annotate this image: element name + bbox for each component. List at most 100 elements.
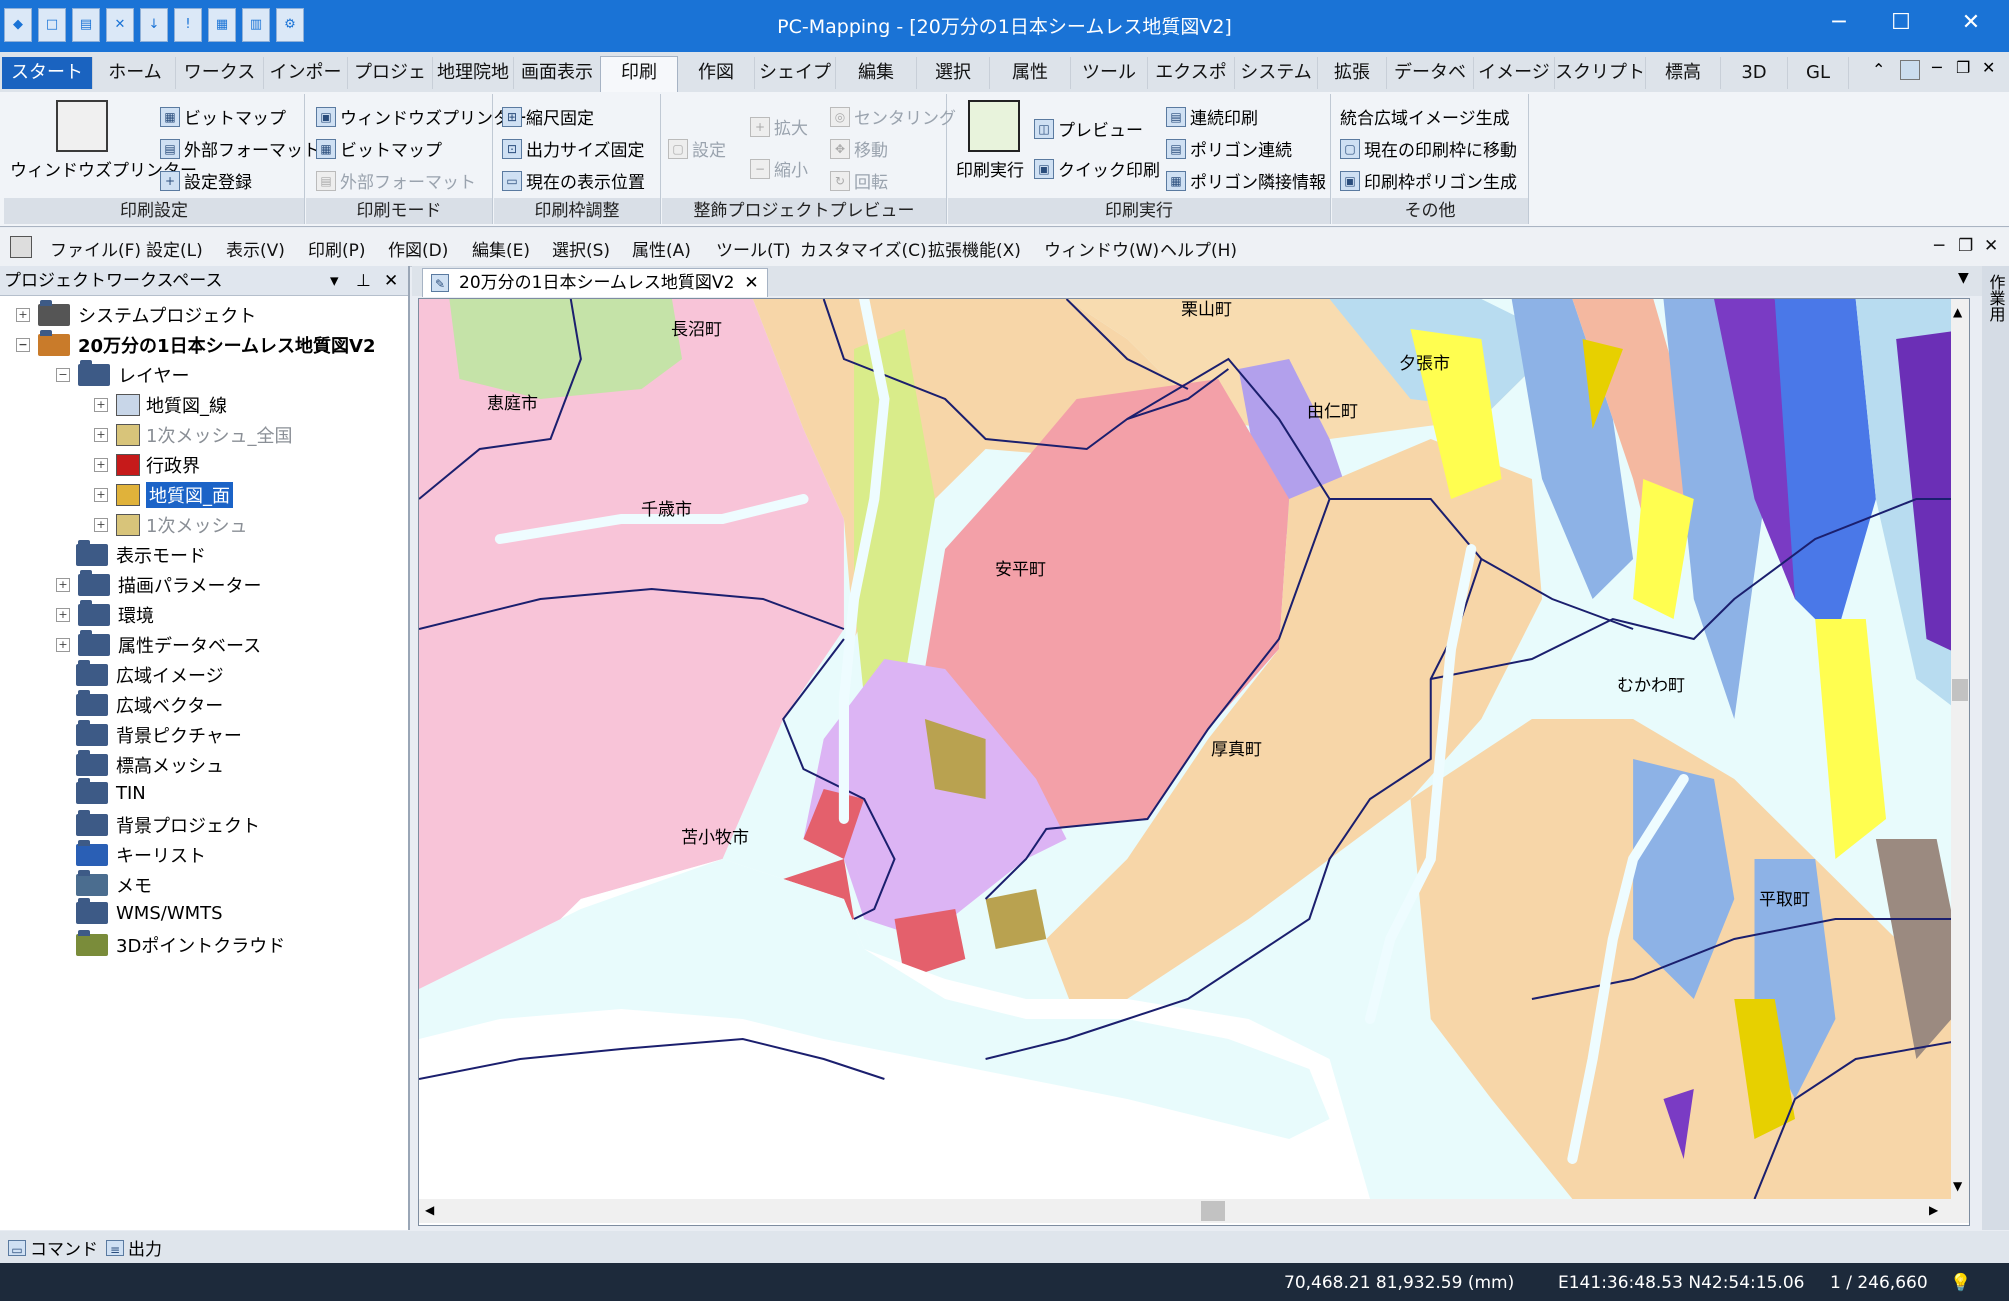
layer-item-selected[interactable]: + 地質図_面: [94, 482, 233, 508]
doc-close-icon[interactable]: ✕: [1984, 236, 1998, 256]
doc-restore-icon[interactable]: ❐: [1958, 236, 1973, 256]
polygon-adjacency-button[interactable]: ▦ ポリゴン隣接情報: [1166, 168, 1326, 193]
tab-export[interactable]: エクスポート: [1148, 57, 1235, 89]
print-execute-button[interactable]: 印刷実行: [956, 156, 1024, 181]
quick-print-button[interactable]: ▣ クイック印刷: [1034, 156, 1160, 181]
fixed-scale-button[interactable]: ⊞ 縮尺固定: [502, 104, 594, 129]
expand-icon[interactable]: +: [94, 488, 108, 502]
current-position-button[interactable]: ▭ 現在の表示位置: [502, 168, 645, 193]
tree-node-project[interactable]: − 20万分の1日本シームレス地質図V2: [16, 330, 376, 358]
collapse-ribbon-icon[interactable]: ⌃: [1872, 60, 1885, 79]
preview-settings-button[interactable]: ▢ 設定: [668, 136, 726, 161]
expand-icon[interactable]: +: [94, 518, 108, 532]
layer-item[interactable]: + 行政界: [94, 452, 200, 478]
expand-icon[interactable]: +: [94, 458, 108, 472]
mdi-close-icon[interactable]: ✕: [1982, 58, 1995, 77]
map-view[interactable]: 長沼町 栗山町 夕張市 恵庭市 由仁町 千歳市 安平町 むかわ町 厚真町 苫小牧…: [418, 298, 1970, 1226]
tab-attribute[interactable]: 属性: [990, 57, 1071, 89]
polygon-continuous-button[interactable]: ▤ ポリゴン連続: [1166, 136, 1292, 161]
tab-close-icon[interactable]: ✕: [744, 269, 758, 297]
tab-start[interactable]: スタート: [2, 57, 93, 89]
tree-folder[interactable]: キーリスト: [76, 840, 206, 868]
tab-project[interactable]: プロジェクト: [348, 57, 433, 115]
tree-folder[interactable]: 表示モード: [76, 540, 206, 568]
close-button[interactable]: ✕: [1940, 0, 2002, 46]
help-icon[interactable]: [1900, 60, 1920, 80]
tree-folder[interactable]: + 描画パラメーター: [56, 570, 261, 598]
tree-folder[interactable]: + 属性データベース: [56, 630, 261, 658]
menu-draw[interactable]: 作図(D): [388, 236, 448, 261]
panel-pin-icon[interactable]: ⊥: [356, 266, 371, 296]
zoom-in-button[interactable]: + 拡大: [750, 114, 808, 139]
tab-import[interactable]: インポート: [264, 57, 348, 115]
tree-folder[interactable]: 背景プロジェクト: [76, 810, 260, 838]
layer-item[interactable]: + 1次メッシュ_全国: [94, 422, 292, 448]
menu-file[interactable]: ファイル(F): [50, 236, 141, 261]
scroll-down-icon[interactable]: ▼: [1953, 1179, 1962, 1193]
mode-external-format[interactable]: ▤ 外部フォーマット: [316, 168, 476, 193]
menu-print[interactable]: 印刷(P): [308, 236, 366, 261]
tab-workspace[interactable]: ワークスペー: [176, 57, 264, 115]
centering-button[interactable]: ◎ センタリング: [830, 104, 956, 129]
scroll-left-icon[interactable]: ◀: [425, 1203, 434, 1217]
frame-polygon-button[interactable]: ▣ 印刷枠ポリゴン生成: [1340, 168, 1517, 193]
tab-display[interactable]: 画面表示: [514, 57, 601, 89]
lightbulb-icon[interactable]: 💡: [1950, 1273, 1971, 1293]
horizontal-scroll-thumb[interactable]: [1201, 1201, 1225, 1221]
scroll-up-icon[interactable]: ▲: [1953, 305, 1962, 319]
panel-close-icon[interactable]: ✕: [384, 266, 398, 296]
menu-edit[interactable]: 編集(E): [472, 236, 530, 261]
maximize-button[interactable]: ☐: [1870, 0, 1932, 46]
menu-tools[interactable]: ツール(T): [716, 236, 791, 261]
tab-gsi-map[interactable]: 地理院地図: [433, 57, 514, 89]
tab-select[interactable]: 選択: [917, 57, 990, 89]
menu-customize[interactable]: カスタマイズ(C): [800, 236, 927, 261]
tab-extension[interactable]: 拡張: [1318, 57, 1387, 89]
tab-home[interactable]: ホーム: [95, 57, 176, 89]
tab-print[interactable]: 印刷: [600, 56, 678, 93]
tree-folder[interactable]: WMS/WMTS: [76, 898, 223, 924]
panel-dropdown-icon[interactable]: ▾: [330, 266, 339, 296]
scroll-right-icon[interactable]: ▶: [1929, 1203, 1938, 1217]
tab-command[interactable]: ▭ コマンド: [8, 1235, 98, 1260]
tree-folder[interactable]: + 環境: [56, 600, 154, 628]
tab-tools[interactable]: ツール: [1071, 57, 1148, 89]
tree-folder[interactable]: 広域イメージ: [76, 660, 224, 688]
expand-icon[interactable]: +: [56, 608, 70, 622]
tab-list-dropdown-icon[interactable]: ▼: [1958, 270, 1969, 286]
tab-system[interactable]: システム: [1235, 57, 1318, 89]
preview-button[interactable]: ◫ プレビュー: [1034, 116, 1143, 141]
tree-node-layers[interactable]: − レイヤー: [56, 360, 189, 388]
continuous-print-button[interactable]: ▤ 連続印刷: [1166, 104, 1258, 129]
external-format-button[interactable]: ▤ 外部フォーマット: [160, 136, 320, 161]
menu-attribute[interactable]: 属性(A): [632, 236, 691, 261]
zoom-out-button[interactable]: − 縮小: [750, 156, 808, 181]
horizontal-scrollbar[interactable]: ◀ ▶: [419, 1199, 1969, 1223]
settings-register-button[interactable]: + 設定登録: [160, 168, 252, 193]
rotate-button[interactable]: ↻ 回転: [830, 168, 888, 193]
tab-3d[interactable]: 3D: [1721, 57, 1788, 89]
mode-bitmap[interactable]: ▦ ビットマップ: [316, 136, 442, 161]
tab-edit[interactable]: 編集: [836, 57, 917, 89]
menu-window[interactable]: ウィンドウ(W): [1044, 236, 1159, 261]
document-tab[interactable]: ✎ 20万分の1日本シームレス地質図V2 ✕: [422, 268, 768, 297]
side-tab-workarea[interactable]: 作業用: [1982, 266, 2009, 1230]
expand-icon[interactable]: +: [56, 578, 70, 592]
tab-image[interactable]: イメージ: [1474, 57, 1555, 89]
tree-folder[interactable]: 背景ピクチャー: [76, 720, 242, 748]
doc-minimize-icon[interactable]: ─: [1934, 236, 1944, 256]
tree-node-system-project[interactable]: + システムプロジェクト: [16, 300, 256, 328]
vertical-scroll-thumb[interactable]: [1952, 679, 1968, 701]
move-to-frame-button[interactable]: ▢ 現在の印刷枠に移動: [1340, 136, 1517, 161]
layer-item[interactable]: + 地質図_線: [94, 392, 227, 418]
doc-menu-icon[interactable]: [10, 236, 32, 258]
collapse-icon[interactable]: −: [56, 368, 70, 382]
bitmap-button[interactable]: ▦ ビットマップ: [160, 104, 286, 129]
expand-icon[interactable]: +: [56, 638, 70, 652]
menu-settings[interactable]: 設定(L): [146, 236, 203, 261]
tab-script[interactable]: スクリプト: [1555, 57, 1646, 89]
menu-extensions[interactable]: 拡張機能(X): [928, 236, 1021, 261]
fixed-output-size-button[interactable]: ⊡ 出力サイズ固定: [502, 136, 645, 161]
menu-select[interactable]: 選択(S): [552, 236, 610, 261]
tree-folder[interactable]: 3Dポイントクラウド: [76, 930, 285, 958]
